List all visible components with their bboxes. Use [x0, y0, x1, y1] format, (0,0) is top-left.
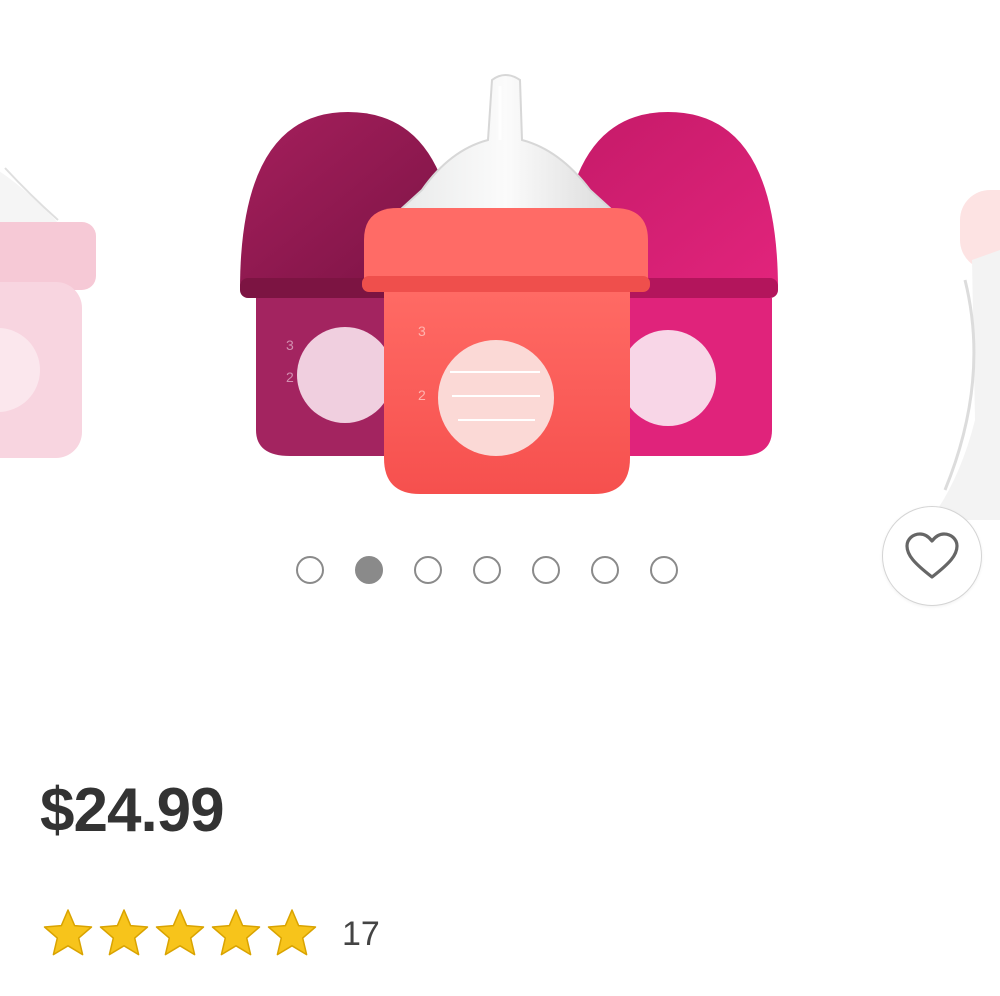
review-count[interactable]: 17 [342, 915, 380, 954]
star-icon [43, 909, 93, 956]
carousel-dot-4[interactable] [473, 556, 501, 584]
star-icon [267, 909, 317, 956]
svg-text:2: 2 [286, 369, 294, 385]
product-price: $24.99 [40, 776, 225, 845]
product-rating[interactable]: 17 [40, 904, 380, 964]
star-icon [211, 909, 261, 956]
carousel-pagination [296, 556, 678, 588]
heart-outline-icon [905, 532, 959, 579]
product-image-carousel[interactable]: 3 2 3 2 [0, 0, 1000, 620]
svg-text:2: 2 [418, 387, 426, 403]
carousel-dot-2[interactable] [355, 556, 383, 584]
star-rating [40, 906, 320, 962]
svg-text:3: 3 [418, 323, 426, 339]
carousel-dot-3[interactable] [414, 556, 442, 584]
favorite-button[interactable] [882, 506, 982, 606]
product-image[interactable]: 3 2 3 2 [0, 0, 1000, 520]
star-icon [155, 909, 205, 956]
carousel-dot-5[interactable] [532, 556, 560, 584]
previous-slide-peek [0, 167, 96, 458]
carousel-dot-7[interactable] [650, 556, 678, 584]
svg-text:3: 3 [286, 337, 294, 353]
star-icon [99, 909, 149, 956]
next-slide-peek [930, 190, 1000, 520]
carousel-dot-6[interactable] [591, 556, 619, 584]
carousel-dot-1[interactable] [296, 556, 324, 584]
